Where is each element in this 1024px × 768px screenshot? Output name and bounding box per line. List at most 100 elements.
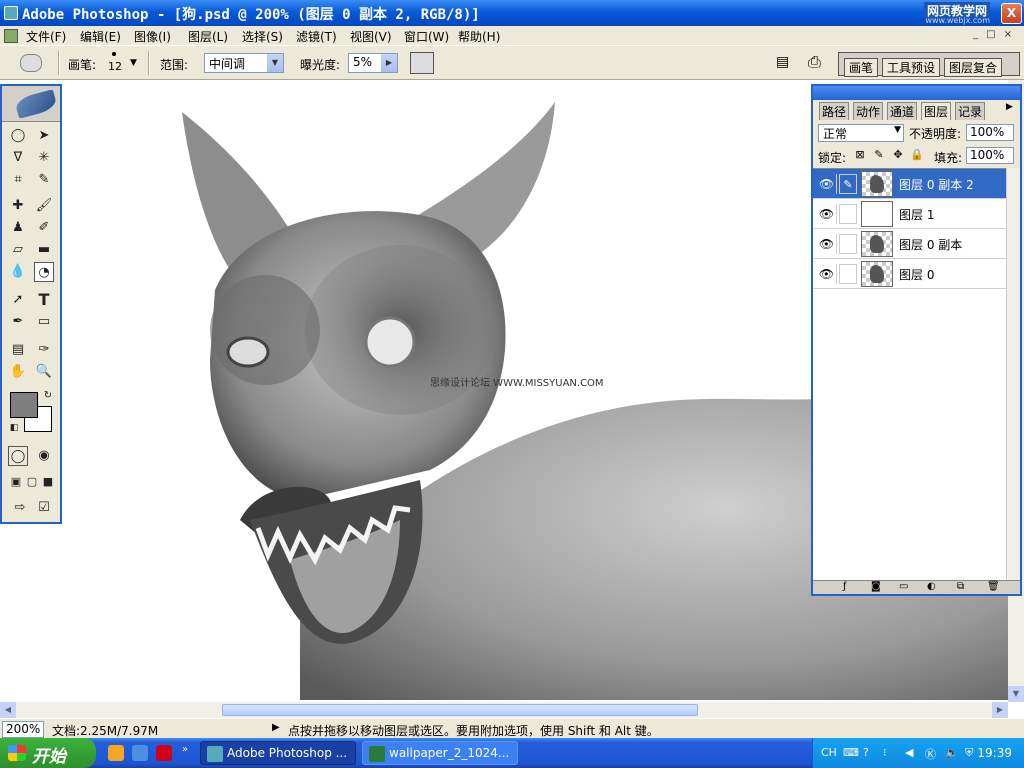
notes-tool-icon[interactable]: ▤ [8, 340, 28, 360]
document-window-buttons[interactable]: _□× [973, 29, 1020, 40]
well-tab-brushes[interactable]: 画笔 [844, 58, 879, 77]
gradient-tool-icon[interactable]: ▬ [34, 240, 54, 260]
layers-scrollbar[interactable] [1006, 168, 1020, 580]
brush-tool-icon[interactable]: 🖌 [34, 196, 54, 216]
screen-mode-full-icon[interactable]: ■ [38, 472, 58, 492]
quicklaunch-ie-icon[interactable] [132, 745, 148, 761]
help-icon[interactable]: ? [863, 746, 869, 759]
eye-icon[interactable]: 👁 [817, 264, 837, 284]
menu-file[interactable]: 文件(F) [26, 28, 66, 45]
trash-icon[interactable]: 🗑 [987, 581, 1000, 592]
zoom-tool-icon[interactable]: 🔍 [34, 362, 54, 382]
menu-edit[interactable]: 编辑(E) [80, 28, 121, 45]
quicklaunch-explorer-icon[interactable] [108, 745, 124, 761]
menu-layer[interactable]: 图层(L) [188, 28, 228, 45]
lasso-tool-icon[interactable]: ᐁ [8, 148, 28, 168]
menu-help[interactable]: 帮助(H) [458, 28, 500, 45]
eye-icon[interactable]: 👁 [817, 234, 837, 254]
menu-filter[interactable]: 滤镜(T) [296, 28, 337, 45]
tab-actions[interactable]: 动作 [853, 102, 884, 120]
brush-size[interactable]: 12 [108, 60, 122, 73]
document-size[interactable]: 文档:2.25M/7.97M [52, 722, 158, 739]
shape-tool-icon[interactable]: ▭ [34, 312, 54, 332]
dodge-tool-icon[interactable]: ◔ [34, 262, 54, 282]
volume-icon[interactable]: 🔈 [945, 746, 959, 759]
hand-tool-icon[interactable]: ✋ [8, 362, 28, 382]
healing-brush-icon[interactable]: ✚ [8, 196, 28, 216]
dodge-tool-preset-icon[interactable] [20, 54, 42, 72]
tab-paths[interactable]: 路径 [819, 102, 850, 120]
menu-select[interactable]: 选择(S) [242, 28, 283, 45]
lock-all-icon[interactable]: 🔒 [910, 148, 924, 162]
tab-history[interactable]: 记录 [955, 102, 986, 120]
edit-in-imageready-icon[interactable]: ☑ [34, 498, 54, 518]
chevron-down-icon[interactable]: ▼ [894, 125, 901, 135]
keyboard-icon[interactable]: ⌨ [843, 746, 859, 759]
blur-tool-icon[interactable]: 💧 [8, 262, 28, 282]
tray-app-icon[interactable]: Ⓚ [925, 746, 936, 762]
brush-link-icon[interactable]: ✎ [839, 174, 857, 194]
well-tab-tool-presets[interactable]: 工具预设 [882, 58, 941, 77]
layer-row[interactable]: 👁 图层 0 [813, 259, 1006, 289]
scroll-left-icon[interactable]: ◀ [0, 702, 16, 718]
chevron-down-icon[interactable]: ▼ [267, 54, 283, 72]
scroll-right-icon[interactable]: ▶ [992, 702, 1008, 718]
chevron-right-icon[interactable]: ▶ [381, 54, 397, 72]
type-tool-icon[interactable]: T [34, 290, 54, 310]
taskbar-image-viewer[interactable]: wallpaper_2_1024... [362, 741, 518, 765]
blend-mode-select[interactable]: 正常 ▼ [818, 124, 904, 142]
well-tab-layer-comps[interactable]: 图层复合 [944, 58, 1003, 77]
standard-mode-icon[interactable]: ◯ [8, 446, 28, 466]
palette-well-icon[interactable]: ⎙ [808, 52, 821, 72]
marquee-tool-icon[interactable]: ◯ [8, 126, 28, 146]
menu-view[interactable]: 视图(V) [350, 28, 392, 45]
start-button[interactable]: 开始 [0, 738, 96, 768]
lock-transparency-icon[interactable]: ⊠ [853, 148, 867, 162]
link-icon[interactable] [839, 234, 857, 254]
horizontal-scroll-thumb[interactable] [222, 704, 698, 716]
status-arrow-icon[interactable]: ▶ [272, 722, 280, 733]
brush-dropdown-icon[interactable]: ▼ [130, 58, 137, 68]
fill-input[interactable]: 100% [966, 147, 1014, 164]
eyedropper-icon[interactable]: ✑ [34, 340, 54, 360]
layer-style-icon[interactable]: ƒ [843, 581, 847, 592]
slice-tool-icon[interactable]: ✎ [34, 170, 54, 190]
opacity-input[interactable]: 100% [966, 124, 1014, 141]
move-tool-icon[interactable]: ➤ [34, 126, 54, 146]
palette-menu-icon[interactable]: ▶ [1006, 102, 1013, 112]
menu-image[interactable]: 图像(I) [134, 28, 171, 45]
airbrush-toggle-button[interactable] [410, 52, 434, 74]
lock-position-icon[interactable]: ✥ [891, 148, 905, 162]
layer-mask-icon[interactable]: ◙ [871, 581, 881, 592]
clone-stamp-icon[interactable]: ♟ [8, 218, 28, 238]
default-colors-icon[interactable]: ◧ [4, 418, 24, 438]
magic-wand-icon[interactable]: ✳ [34, 148, 54, 168]
language-indicator[interactable]: CH [821, 746, 837, 759]
range-select[interactable]: 中间调 ▼ [204, 53, 284, 73]
close-button[interactable]: X [1001, 3, 1022, 24]
taskbar-photoshop[interactable]: Adobe Photoshop ... [200, 741, 356, 765]
link-icon[interactable] [839, 204, 857, 224]
document-icon[interactable] [4, 29, 18, 43]
layer-row[interactable]: 👁 图层 1 [813, 199, 1006, 229]
brush-preview-icon[interactable] [112, 52, 116, 56]
ime-icon[interactable]: ⁝ [883, 746, 887, 759]
lock-pixels-icon[interactable]: ✎ [872, 148, 886, 162]
foreground-color-swatch[interactable] [10, 392, 38, 418]
tab-layers[interactable]: 图层 [921, 102, 952, 120]
quick-mask-icon[interactable]: ◉ [34, 446, 54, 466]
new-layer-icon[interactable]: ⧉ [957, 581, 964, 592]
zoom-input[interactable]: 200% [2, 721, 44, 738]
layer-row[interactable]: 👁 图层 0 副本 [813, 229, 1006, 259]
menu-window[interactable]: 窗口(W) [404, 28, 449, 45]
horizontal-scrollbar[interactable]: ◀ ▶ [0, 702, 1008, 718]
eye-icon[interactable]: 👁 [817, 174, 837, 194]
new-group-icon[interactable]: ▭ [899, 581, 908, 592]
swap-colors-icon[interactable]: ↻ [38, 386, 58, 406]
quicklaunch-more-icon[interactable]: » [182, 744, 188, 755]
tray-back-icon[interactable]: ◀ [905, 746, 913, 759]
history-brush-icon[interactable]: ✐ [34, 218, 54, 238]
scroll-down-icon[interactable]: ▼ [1008, 686, 1024, 702]
exposure-input[interactable]: 5% ▶ [348, 53, 398, 73]
palette-titlebar[interactable] [813, 86, 1020, 100]
